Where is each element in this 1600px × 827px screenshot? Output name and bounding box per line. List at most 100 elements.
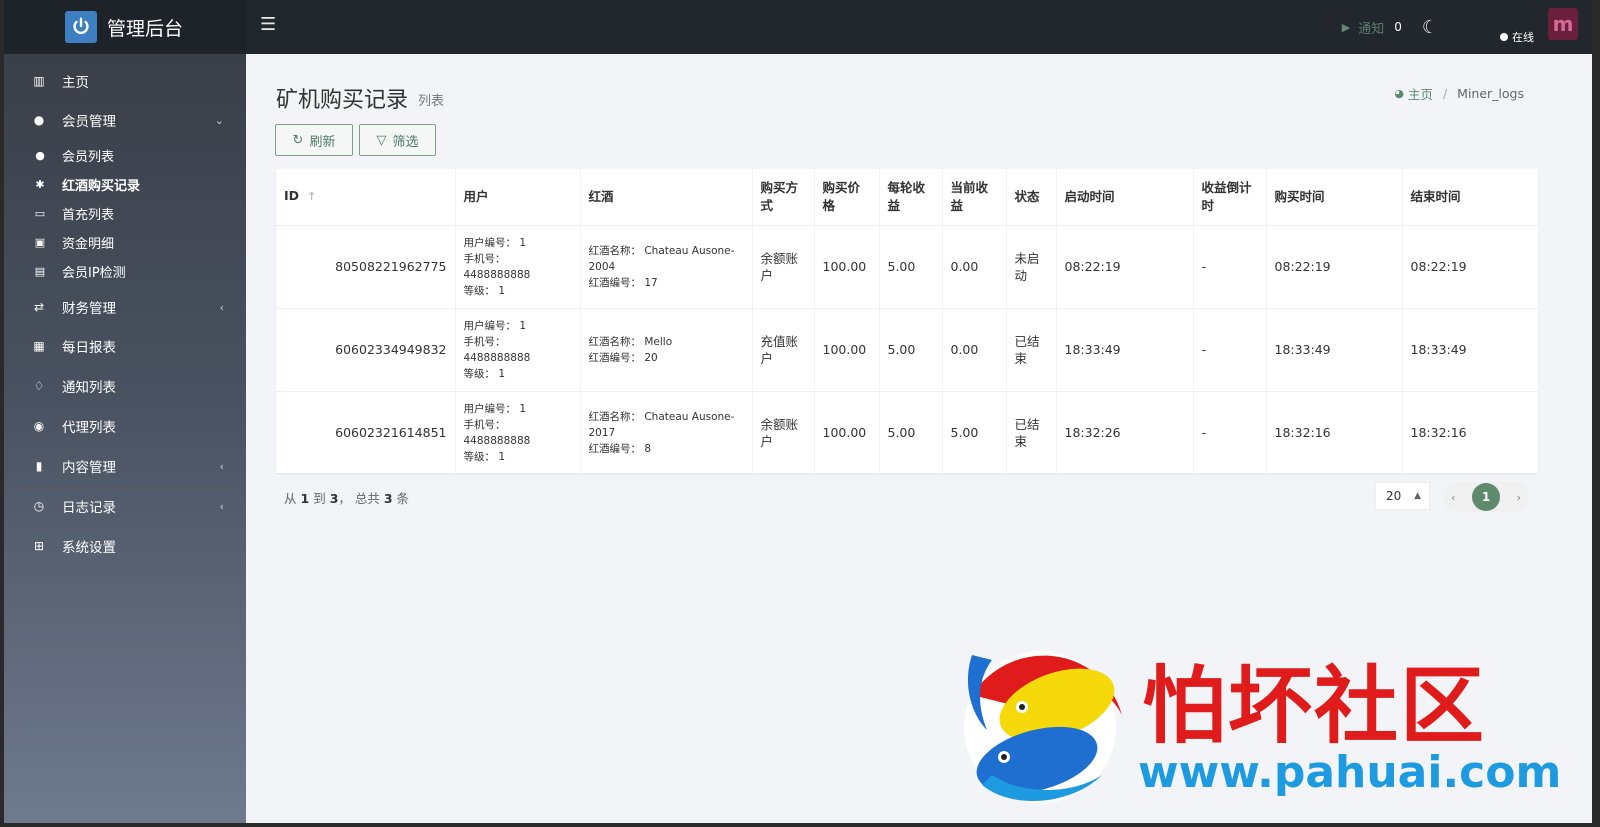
wine-name: 红酒名称： Mello <box>588 335 673 348</box>
top-bar: 管理后台 ☰ ▶ 通知 0 ☾ 在线 m <box>4 0 1592 54</box>
sidebar-item-home[interactable]: ▥ 主页 <box>4 62 246 100</box>
page-size-select[interactable]: 20 ▲ <box>1375 482 1430 510</box>
column-header: 购买时间 <box>1265 169 1402 226</box>
sidebar-item-funds[interactable]: ▣ 资金明细 <box>4 228 246 256</box>
cell-id: 60602334949832 <box>276 308 455 392</box>
page-1-button[interactable]: 1 <box>1472 483 1500 511</box>
cell-start: 18:33:49 <box>1055 308 1193 392</box>
bell-icon: ♢ <box>33 379 45 393</box>
breadcrumb: ◕ 主页 / Miner_logs <box>1394 84 1524 103</box>
cell-current: 0.00 <box>941 308 1006 392</box>
cell-status: 已结束 <box>1005 391 1056 475</box>
sidebar-item-first-recharge[interactable]: ▭ 首充列表 <box>4 199 246 227</box>
online-status-label: 在线 <box>1512 31 1534 44</box>
sidebar-item-agents[interactable]: ◉ 代理列表 <box>4 407 246 445</box>
cell-per-round: 5.00 <box>878 225 942 309</box>
cell-user: 用户编号： 1 手机号： 4488888888 等级： 1 <box>454 225 580 309</box>
user-icon: ● <box>33 113 45 127</box>
sidebar: ▥ 主页 ● 会员管理 ⌄ ● 会员列表 ✱ 红酒购买记录 ▭ 首充列表 ▣ 资… <box>4 54 246 823</box>
sidebar-item-finance[interactable]: ⇄ 财务管理 ‹ <box>4 288 246 326</box>
cell-price: 100.00 <box>813 225 879 309</box>
cell-id: 80508221962775 <box>276 225 455 309</box>
sidebar-item-ip-check[interactable]: ▤ 会员IP检测 <box>4 257 246 285</box>
user-phone: 4488888888 <box>463 434 531 447</box>
user-icon: ● <box>35 148 45 162</box>
user-level: 等级： 1 <box>463 367 506 380</box>
user-phone-label: 手机号： <box>463 418 506 431</box>
sidebar-item-notifications[interactable]: ♢ 通知列表 <box>4 367 246 405</box>
wine-no: 红酒编号： 20 <box>588 351 658 364</box>
refresh-label: 刷新 <box>309 134 336 150</box>
filter-label: 筛选 <box>392 134 419 150</box>
sidebar-item-label: 会员列表 <box>62 149 115 165</box>
fish-logo-icon <box>964 651 1122 803</box>
online-dot-icon <box>1500 33 1508 41</box>
sort-up-icon[interactable]: ↑ <box>307 190 316 203</box>
cell-countdown: - <box>1192 308 1266 392</box>
cell-end: 18:33:49 <box>1401 308 1538 392</box>
wine-name: 红酒名称： Chateau Ausone-2017 <box>588 410 735 439</box>
cell-wine: 红酒名称： Chateau Ausone-2017 红酒编号： 8 <box>579 391 752 475</box>
column-header: 购买方式 <box>751 169 814 226</box>
sidebar-item-members[interactable]: ● 会员管理 ⌄ <box>4 101 246 139</box>
cell-current: 5.00 <box>941 391 1006 475</box>
breadcrumb-home[interactable]: ◕ 主页 <box>1394 84 1433 103</box>
next-page-icon[interactable]: › <box>1517 491 1521 504</box>
column-header: 红酒 <box>579 169 752 226</box>
avatar[interactable]: m <box>1548 8 1578 40</box>
table-row[interactable]: 60602321614851 用户编号： 1 手机号： 4488888888 等… <box>276 391 1538 475</box>
bug-icon: ✱ <box>35 177 45 191</box>
sidebar-item-daily-report[interactable]: ▦ 每日报表 <box>4 327 246 365</box>
play-icon: ▶ <box>1341 20 1351 34</box>
notify-button[interactable]: ▶ 通知 0 <box>1342 18 1402 37</box>
column-header: 用户 <box>454 169 580 226</box>
cell-start: 08:22:19 <box>1055 225 1193 309</box>
table-row[interactable]: 80508221962775 用户编号： 1 手机号： 4488888888 等… <box>276 225 1538 309</box>
sidebar-item-label: 内容管理 <box>62 460 116 476</box>
filter-button[interactable]: ▽ 筛选 <box>359 124 436 156</box>
calendar-icon: ▦ <box>33 339 45 353</box>
brand[interactable]: 管理后台 <box>4 0 246 54</box>
column-header-id[interactable]: ID ↑ <box>276 169 455 226</box>
filter-icon: ▽ <box>376 132 387 148</box>
sidebar-item-logs[interactable]: ◷ 日志记录 ‹ <box>4 487 246 525</box>
column-header: 启动时间 <box>1055 169 1193 226</box>
dark-mode-moon-icon[interactable]: ☾ <box>1422 17 1438 38</box>
cell-end: 08:22:19 <box>1401 225 1538 309</box>
caret-up-icon: ▲ <box>1414 491 1421 501</box>
user-phone: 4488888888 <box>463 351 531 364</box>
cell-current: 0.00 <box>941 225 1006 309</box>
cell-start: 18:32:26 <box>1055 391 1193 475</box>
money-icon: ▣ <box>34 235 46 249</box>
cell-method: 余额账户 <box>751 391 814 475</box>
chevron-down-icon: ⌄ <box>214 113 224 127</box>
app-frame: 管理后台 ☰ ▶ 通知 0 ☾ 在线 m ▥ 主页 ● 会员管理 ⌄ ● 会员列… <box>4 0 1592 823</box>
sidebar-item-content[interactable]: ▮ 内容管理 ‹ <box>4 447 246 485</box>
sidebar-item-label: 日志记录 <box>62 500 116 516</box>
sidebar-item-member-list[interactable]: ● 会员列表 <box>4 141 246 169</box>
table-row[interactable]: 60602334949832 用户编号： 1 手机号： 4488888888 等… <box>276 308 1538 392</box>
sidebar-item-wine-purchase[interactable]: ✱ 红酒购买记录 <box>4 170 246 198</box>
cell-price: 100.00 <box>813 391 879 475</box>
sidebar-item-settings[interactable]: ⊞ 系统设置 <box>4 527 246 565</box>
cell-method: 充值账户 <box>751 308 814 392</box>
menu-toggle-icon[interactable]: ☰ <box>260 14 276 35</box>
cell-wine: 红酒名称： Chateau Ausone-2004 红酒编号： 17 <box>579 225 752 309</box>
prev-page-icon[interactable]: ‹ <box>1451 491 1455 504</box>
bar-chart-icon: ▥ <box>33 74 45 88</box>
column-header: 收益倒计时 <box>1192 169 1266 226</box>
chevron-left-icon: ‹ <box>219 499 224 513</box>
brand-title: 管理后台 <box>107 17 184 40</box>
document-icon: ▤ <box>34 264 46 278</box>
cell-per-round: 5.00 <box>878 391 942 475</box>
refresh-button[interactable]: ↻ 刷新 <box>275 124 353 156</box>
column-header: 状态 <box>1005 169 1056 226</box>
pagination: ‹ 1 › <box>1443 482 1529 512</box>
cell-countdown: - <box>1192 225 1266 309</box>
column-header: 当前收益 <box>941 169 1006 226</box>
column-header: 每轮收益 <box>878 169 942 226</box>
user-phone-label: 手机号： <box>463 335 506 348</box>
agent-circle-icon: ◉ <box>33 419 45 433</box>
breadcrumb-current: Miner_logs <box>1457 86 1524 101</box>
cell-user: 用户编号： 1 手机号： 4488888888 等级： 1 <box>454 308 580 392</box>
